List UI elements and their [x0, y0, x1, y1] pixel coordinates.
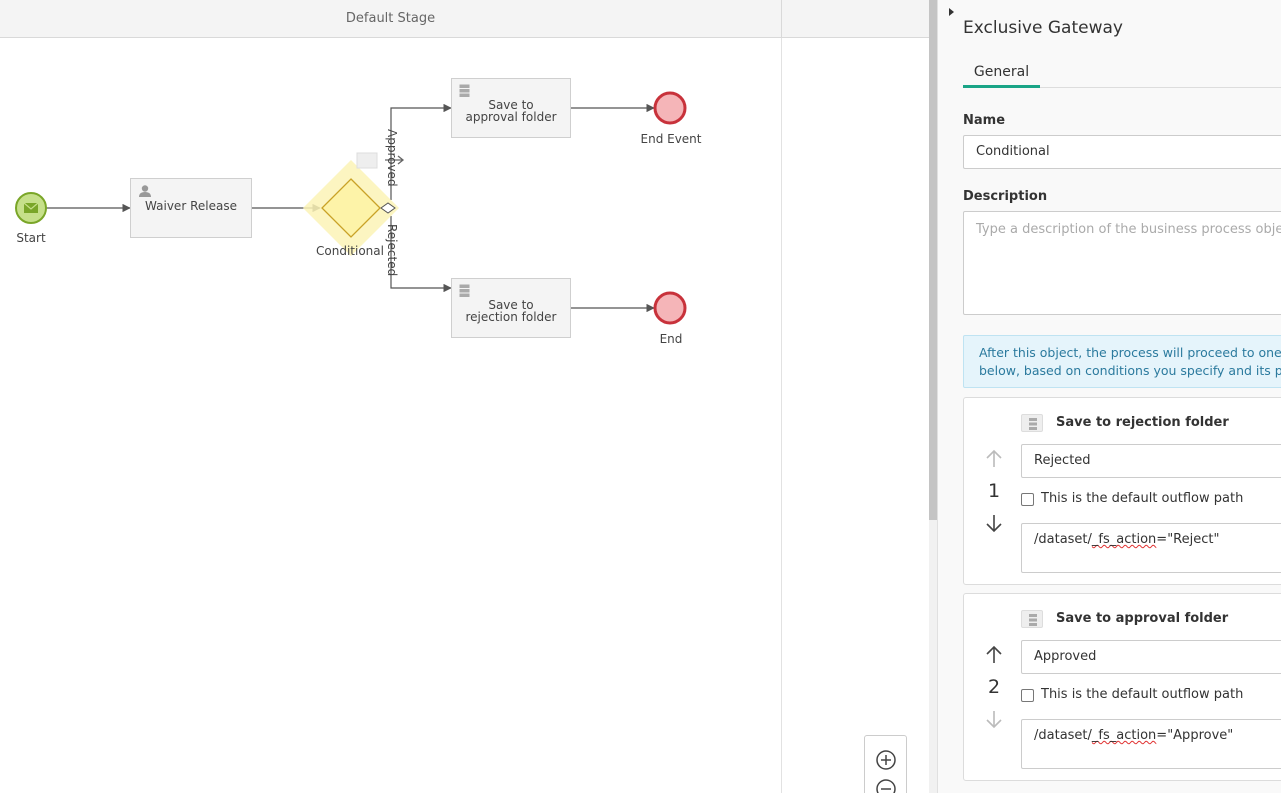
default-outflow-label: This is the default outflow path	[1041, 491, 1244, 506]
default-outflow-label: This is the default outflow path	[1041, 687, 1244, 702]
outflow-label-input[interactable]: Rejected	[1021, 444, 1281, 478]
start-label: Start	[16, 231, 46, 245]
description-textarea[interactable]: Type a description of the business proce…	[963, 211, 1281, 315]
panel-tabs: General	[963, 58, 1281, 88]
panel-title: Exclusive Gateway	[963, 18, 1123, 38]
rejection-task-label: Save to rejection folder	[465, 298, 557, 324]
save-rejection-task[interactable]: Save to rejection folder	[451, 278, 571, 338]
canvas-scrollbar[interactable]	[929, 0, 937, 793]
outflow-order-number: 1	[987, 480, 1001, 502]
collapse-caret-icon[interactable]	[949, 8, 954, 16]
rejected-flow-label: Rejected	[385, 224, 399, 277]
tab-general[interactable]: General	[963, 58, 1040, 88]
waiver-task-label: Waiver Release	[145, 199, 237, 213]
outflow-title: Save to approval folder	[1056, 611, 1229, 626]
process-canvas[interactable]: Default Stage Start Conditional End Even…	[0, 0, 929, 793]
outflow-order-number: 2	[987, 676, 1001, 698]
gateway-label: Conditional	[316, 244, 384, 258]
end-event-label: End Event	[641, 132, 702, 146]
flow-rejected[interactable]	[390, 216, 452, 293]
info-line-1: After this object, the process will proc…	[979, 345, 1281, 360]
waiver-release-task[interactable]: Waiver Release	[130, 178, 252, 238]
name-label: Name	[963, 113, 1006, 128]
service-task-icon	[459, 84, 470, 97]
zoom-out-icon[interactable]	[875, 778, 897, 793]
description-label: Description	[963, 189, 1048, 204]
app-window: Default Stage Start Conditional End Even…	[0, 0, 1281, 793]
move-down-arrow-icon[interactable]	[984, 708, 1004, 730]
expr-suffix: ="Approve"	[1156, 728, 1234, 743]
flow-approved[interactable]	[390, 103, 452, 200]
default-outflow-checkbox[interactable]	[1021, 689, 1034, 702]
zoom-in-icon[interactable]	[875, 749, 897, 771]
start-event[interactable]	[15, 192, 47, 224]
move-down-arrow-icon[interactable]	[984, 512, 1004, 534]
service-task-icon	[1021, 610, 1043, 628]
expr-prefix: /dataset/	[1034, 532, 1092, 547]
condition-expression-input[interactable]: /dataset/_fs_action="Reject"	[1021, 523, 1281, 573]
scrollbar-thumb[interactable]	[929, 0, 937, 520]
info-line-2: below, based on conditions you specify a…	[979, 363, 1281, 378]
zoom-controls	[864, 735, 907, 793]
approved-flow-label: Approved	[385, 129, 399, 187]
service-task-icon	[1021, 414, 1043, 432]
expr-prefix: /dataset/	[1034, 728, 1092, 743]
approval-task-label: Save to approval folder	[465, 98, 557, 124]
end-event-node[interactable]	[653, 91, 687, 125]
condition-expression-input[interactable]: /dataset/_fs_action="Approve"	[1021, 719, 1281, 769]
service-task-icon	[459, 284, 470, 297]
save-approval-task[interactable]: Save to approval folder	[451, 78, 571, 138]
expr-suffix: ="Reject"	[1156, 532, 1220, 547]
default-outflow-checkbox[interactable]	[1021, 493, 1034, 506]
expr-misspelled-token: _fs_action	[1091, 532, 1157, 547]
comment-handle[interactable]	[356, 152, 378, 169]
end-node[interactable]	[653, 291, 687, 325]
user-icon	[139, 185, 151, 197]
move-up-arrow-icon[interactable]	[984, 644, 1004, 666]
properties-panel: Exclusive Gateway General Name Condition…	[937, 0, 1281, 793]
end-label: End	[660, 332, 683, 346]
outflow-info-message: After this object, the process will proc…	[963, 335, 1281, 388]
outflow-card-rejection: Save to rejection folder 1 Rejected This…	[963, 397, 1281, 585]
outflow-card-approval: Save to approval folder 2 Approved This …	[963, 593, 1281, 781]
expr-misspelled-token: _fs_action	[1091, 728, 1157, 743]
move-up-arrow-icon[interactable]	[984, 448, 1004, 470]
outflow-title: Save to rejection folder	[1056, 415, 1229, 430]
name-input[interactable]: Conditional	[963, 135, 1281, 169]
outflow-label-input[interactable]: Approved	[1021, 640, 1281, 674]
